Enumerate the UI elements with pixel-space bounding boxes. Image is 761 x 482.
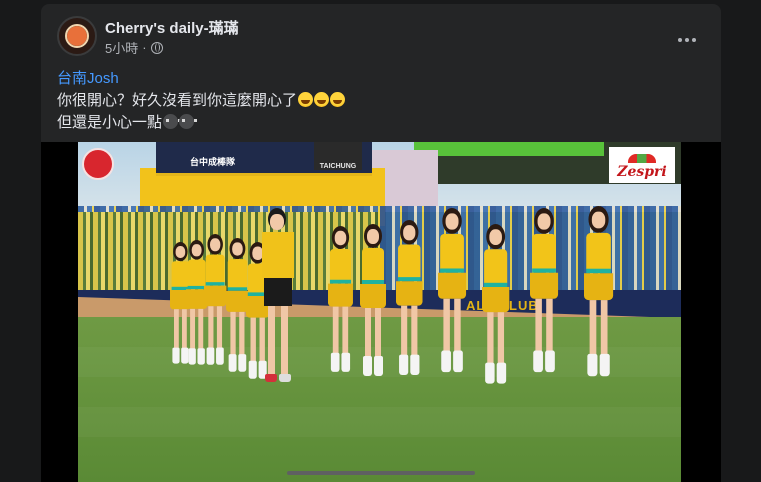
video-player[interactable]: 台中成棒隊 TAICHUNG ALL CLUB Zespri — [41, 142, 721, 482]
rofl-emoji — [330, 92, 346, 107]
dark-sunglasses-emoji — [163, 114, 182, 129]
author-name[interactable]: Cherry's daily-璊璊 — [105, 17, 239, 38]
more-icon[interactable] — [669, 22, 705, 58]
dark-sunglasses-emoji — [179, 114, 198, 129]
post-line-2-text: 但還是小心一點 — [57, 114, 163, 131]
mention-line: 台南Josh — [57, 68, 345, 90]
video-progress-bar[interactable] — [287, 471, 475, 475]
mention-link[interactable]: 台南Josh — [57, 70, 119, 87]
post-card: Cherry's daily-璊璊 5小時 · 台南Josh 你很開心？好久沒看… — [41, 4, 721, 482]
rofl-emoji — [314, 92, 330, 107]
post-text: 台南Josh 你很開心？好久沒看到你這麼開心了 但還是小心一點 — [57, 68, 346, 134]
post-time[interactable]: 5小時 — [105, 38, 138, 57]
post-header: Cherry's daily-璊璊 5小時 · — [57, 16, 705, 60]
globe-icon — [150, 41, 163, 54]
post-line-1-text: 你很開心？好久沒看到你這麼開心了 — [57, 92, 298, 109]
avatar[interactable] — [57, 16, 97, 56]
post-line-2: 但還是小心一點 — [57, 112, 345, 134]
rofl-emoji — [298, 92, 314, 107]
sponsor-logo: Zespri — [609, 147, 675, 183]
channel-logo — [82, 148, 114, 180]
video-frame[interactable]: 台中成棒隊 TAICHUNG ALL CLUB Zespri — [78, 142, 681, 482]
stadium-sign-text: 台中成棒隊 — [190, 157, 236, 167]
team-board: TAICHUNG — [314, 142, 362, 170]
sponsor-text: Zespri — [617, 164, 667, 180]
post-meta: 5小時 · — [105, 38, 163, 57]
post-line-1: 你很開心？好久沒看到你這麼開心了 — [57, 90, 346, 112]
